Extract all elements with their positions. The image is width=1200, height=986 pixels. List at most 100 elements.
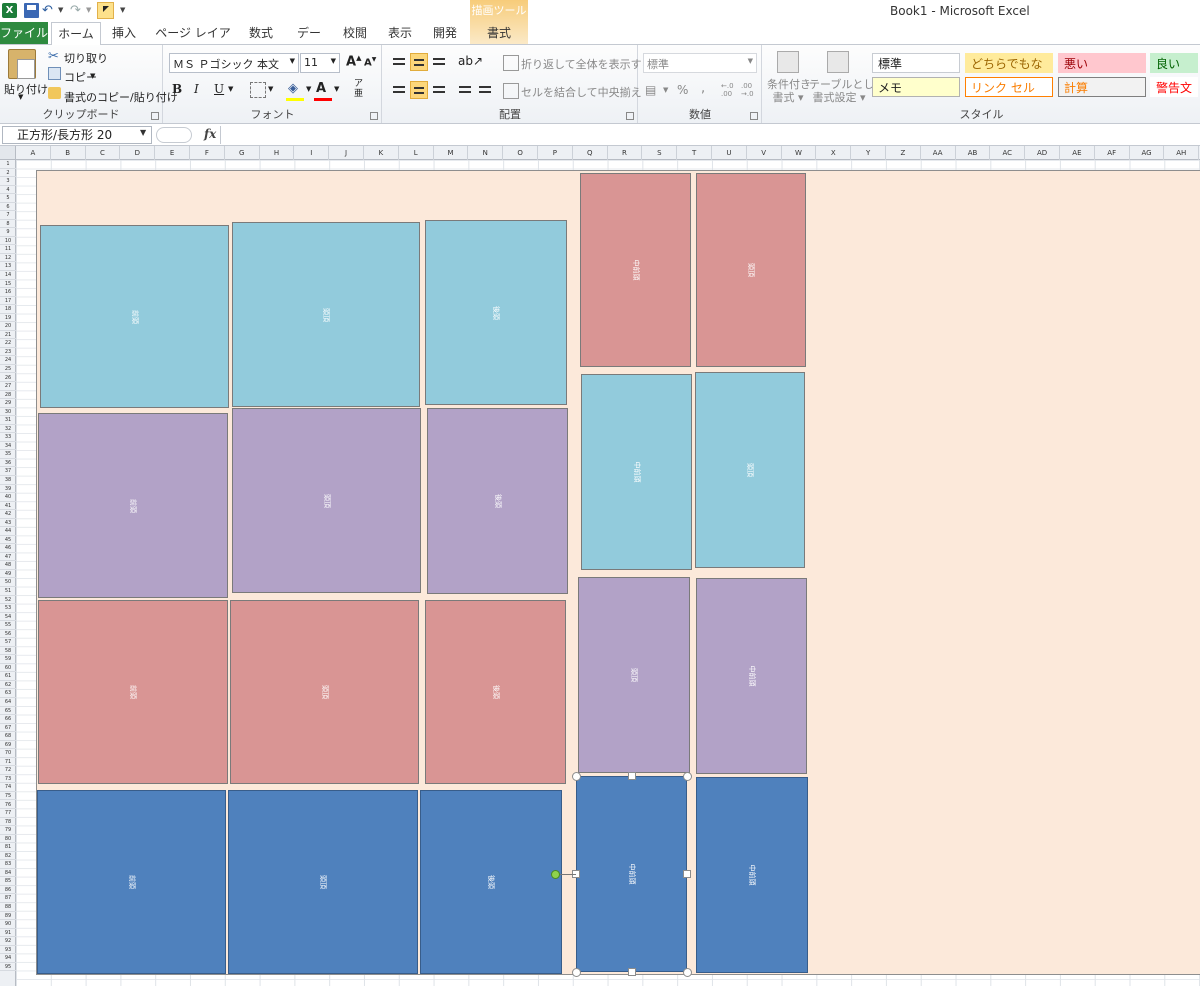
- row-header[interactable]: 54: [0, 613, 16, 622]
- formula-input[interactable]: [220, 126, 1198, 144]
- column-header[interactable]: V: [747, 146, 782, 160]
- column-header[interactable]: AC: [990, 146, 1026, 160]
- borders-icon[interactable]: [250, 82, 266, 98]
- row-header[interactable]: 21: [0, 331, 16, 340]
- row-header[interactable]: 63: [0, 689, 16, 698]
- rectangle-shape-12[interactable]: 頭頂: [230, 600, 419, 784]
- column-header[interactable]: X: [816, 146, 852, 160]
- row-header[interactable]: 43: [0, 519, 16, 528]
- rectangle-shape-4[interactable]: 中前頭: [580, 173, 691, 367]
- tab-page-layout[interactable]: ページ レイアウト: [155, 22, 231, 62]
- row-header[interactable]: 39: [0, 485, 16, 494]
- font-color-dropdown-icon[interactable]: ▼: [334, 85, 339, 93]
- row-header[interactable]: 60: [0, 664, 16, 673]
- formula-bar-expander[interactable]: [156, 127, 192, 143]
- orientation-icon[interactable]: ab↗: [458, 54, 483, 68]
- row-header[interactable]: 73: [0, 775, 16, 784]
- row-header[interactable]: 71: [0, 758, 16, 767]
- underline-dropdown-icon[interactable]: ▼: [228, 85, 233, 93]
- cut-button[interactable]: 切り取り: [64, 50, 108, 66]
- row-header[interactable]: 32: [0, 425, 16, 434]
- format-painter-button[interactable]: 書式のコピー/貼り付け: [64, 89, 178, 105]
- column-header[interactable]: I: [294, 146, 330, 160]
- cell-style-4[interactable]: メモ: [872, 77, 960, 97]
- row-header[interactable]: 45: [0, 536, 16, 545]
- row-header[interactable]: 4: [0, 186, 16, 195]
- rotation-handle[interactable]: [551, 870, 560, 879]
- rectangle-shape-20[interactable]: 中前頭: [696, 777, 808, 973]
- fill-color-dropdown-icon[interactable]: ▼: [306, 85, 311, 93]
- row-header[interactable]: 28: [0, 391, 16, 400]
- column-header[interactable]: T: [677, 146, 712, 160]
- align-bottom-icon[interactable]: [430, 53, 448, 71]
- rectangle-shape-3[interactable]: 後頭: [425, 220, 567, 405]
- row-header[interactable]: 91: [0, 929, 16, 938]
- italic-button[interactable]: I: [194, 82, 199, 96]
- rectangle-shape-1[interactable]: 前頭: [40, 225, 229, 408]
- row-header[interactable]: 64: [0, 698, 16, 707]
- row-header[interactable]: 33: [0, 433, 16, 442]
- row-header[interactable]: 24: [0, 356, 16, 365]
- wrap-text-button[interactable]: 折り返して全体を表示する: [521, 56, 653, 72]
- row-header[interactable]: 77: [0, 809, 16, 818]
- rectangle-shape-17[interactable]: 頭頂: [228, 790, 418, 974]
- row-header[interactable]: 84: [0, 869, 16, 878]
- row-header[interactable]: 88: [0, 903, 16, 912]
- align-middle-icon[interactable]: [410, 53, 428, 71]
- currency-dropdown-icon[interactable]: ▼: [663, 86, 668, 94]
- redo-dropdown-icon[interactable]: ▼: [86, 3, 94, 18]
- tab-review[interactable]: 校閲: [340, 22, 370, 44]
- align-right-icon[interactable]: [430, 81, 448, 99]
- row-header[interactable]: 46: [0, 544, 16, 553]
- comma-button[interactable]: ,: [701, 81, 705, 96]
- row-header[interactable]: 5: [0, 194, 16, 203]
- customize-qat-icon[interactable]: ▼: [120, 3, 128, 18]
- row-header[interactable]: 8: [0, 220, 16, 229]
- row-header[interactable]: 18: [0, 305, 16, 314]
- row-header[interactable]: 87: [0, 894, 16, 903]
- cell-style-6[interactable]: 計算: [1058, 77, 1146, 97]
- row-header[interactable]: 86: [0, 886, 16, 895]
- row-header[interactable]: 17: [0, 297, 16, 306]
- row-header[interactable]: 62: [0, 681, 16, 690]
- font-color-icon[interactable]: A: [316, 81, 326, 96]
- fill-color-icon[interactable]: ◈: [288, 81, 304, 97]
- undo-icon[interactable]: ↶: [42, 3, 57, 18]
- column-header[interactable]: K: [364, 146, 399, 160]
- rectangle-shape-14[interactable]: 頭頂: [578, 577, 690, 773]
- column-header[interactable]: AH: [1164, 146, 1200, 160]
- row-header[interactable]: 72: [0, 766, 16, 775]
- row-header[interactable]: 1: [0, 160, 16, 169]
- row-header[interactable]: 15: [0, 280, 16, 289]
- cell-style-0[interactable]: 標準: [872, 53, 960, 73]
- row-header[interactable]: 12: [0, 254, 16, 263]
- column-header[interactable]: J: [329, 146, 364, 160]
- tab-insert[interactable]: 挿入: [110, 22, 138, 44]
- rectangle-shape-9[interactable]: 中前頭: [581, 374, 692, 570]
- column-header[interactable]: AD: [1025, 146, 1060, 160]
- row-header[interactable]: 31: [0, 416, 16, 425]
- column-header[interactable]: Y: [851, 146, 886, 160]
- row-header[interactable]: 9: [0, 228, 16, 237]
- resize-handle[interactable]: [571, 967, 581, 977]
- row-header[interactable]: 49: [0, 570, 16, 579]
- conditional-formatting-button[interactable]: 条件付き 書式 ▾: [767, 78, 811, 104]
- row-header[interactable]: 7: [0, 211, 16, 220]
- currency-icon[interactable]: ▤: [645, 83, 661, 99]
- row-header[interactable]: 47: [0, 553, 16, 562]
- column-header[interactable]: D: [120, 146, 156, 160]
- column-header[interactable]: AA: [921, 146, 956, 160]
- column-header[interactable]: AE: [1060, 146, 1095, 160]
- borders-dropdown-icon[interactable]: ▼: [268, 85, 273, 93]
- paste-icon[interactable]: [8, 49, 36, 79]
- row-header[interactable]: 89: [0, 912, 16, 921]
- row-header[interactable]: 70: [0, 749, 16, 758]
- tab-file[interactable]: ファイル: [0, 22, 48, 44]
- row-header[interactable]: 14: [0, 271, 16, 280]
- column-header[interactable]: AG: [1130, 146, 1165, 160]
- row-header[interactable]: 95: [0, 963, 16, 972]
- paste-dropdown-icon[interactable]: ▼: [18, 93, 23, 101]
- row-header[interactable]: 34: [0, 442, 16, 451]
- row-header[interactable]: 78: [0, 818, 16, 827]
- row-header[interactable]: 37: [0, 467, 16, 476]
